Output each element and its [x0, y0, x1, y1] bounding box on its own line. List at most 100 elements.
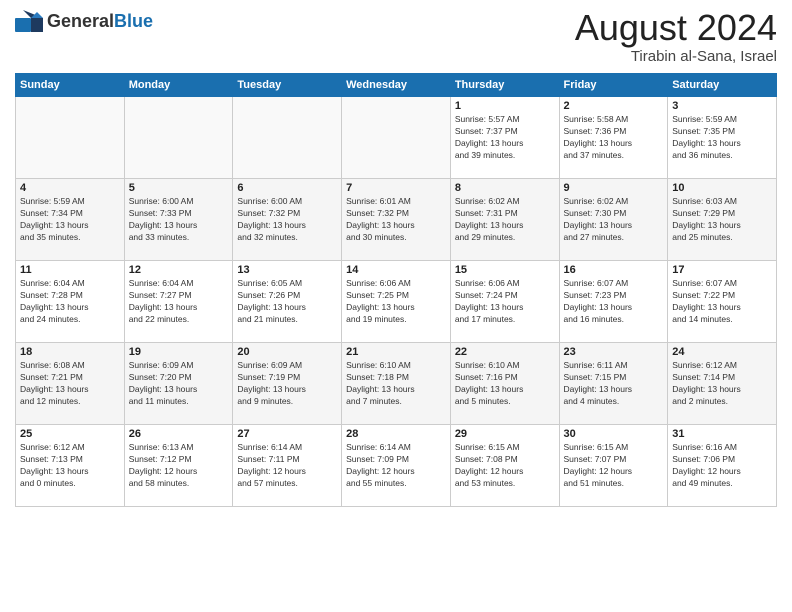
day-detail: Sunrise: 6:00 AM Sunset: 7:32 PM Dayligh… [237, 196, 337, 244]
day-number: 24 [672, 346, 772, 358]
day-number: 6 [237, 182, 337, 194]
col-wednesday: Wednesday [342, 74, 451, 97]
table-cell: 15 Sunrise: 6:06 AM Sunset: 7:24 PM Dayli… [450, 261, 559, 343]
col-thursday: Thursday [450, 74, 559, 97]
table-cell: 30Sunrise: 6:15 AM Sunset: 7:07 PM Dayli… [559, 425, 668, 507]
day-detail: Sunrise: 6:10 AM Sunset: 7:16 PM Dayligh… [455, 360, 555, 408]
table-cell: 7 Sunrise: 6:01 AM Sunset: 7:32 PM Daylig… [342, 179, 451, 261]
table-cell: 9 Sunrise: 6:02 AM Sunset: 7:30 PM Daylig… [559, 179, 668, 261]
logo-general: General [47, 11, 114, 31]
title-block: August 2024 Tirabin al-Sana, Israel [575, 10, 777, 65]
day-number: 1 [455, 100, 555, 112]
day-detail: Sunrise: 6:06 AM Sunset: 7:24 PM Dayligh… [455, 278, 555, 326]
day-number: 25 [20, 428, 120, 440]
day-number: 12 [129, 264, 229, 276]
day-detail: Sunrise: 6:15 AM Sunset: 7:08 PM Dayligh… [455, 442, 555, 490]
day-number: 20 [237, 346, 337, 358]
day-number: 8 [455, 182, 555, 194]
day-detail: Sunrise: 6:09 AM Sunset: 7:19 PM Dayligh… [237, 360, 337, 408]
table-cell [342, 97, 451, 179]
day-detail: Sunrise: 6:02 AM Sunset: 7:30 PM Dayligh… [564, 196, 664, 244]
table-cell [124, 97, 233, 179]
day-number: 2 [564, 100, 664, 112]
day-number: 21 [346, 346, 446, 358]
day-detail: Sunrise: 6:07 AM Sunset: 7:23 PM Dayligh… [564, 278, 664, 326]
col-tuesday: Tuesday [233, 74, 342, 97]
col-friday: Friday [559, 74, 668, 97]
day-number: 3 [672, 100, 772, 112]
day-detail: Sunrise: 6:12 AM Sunset: 7:13 PM Dayligh… [20, 442, 120, 490]
logo-text: GeneralBlue [47, 11, 153, 32]
location: Tirabin al-Sana, Israel [575, 48, 777, 65]
col-sunday: Sunday [16, 74, 125, 97]
table-cell: 4Sunrise: 5:59 AM Sunset: 7:34 PM Daylig… [16, 179, 125, 261]
table-cell: 13Sunrise: 6:05 AM Sunset: 7:26 PM Dayli… [233, 261, 342, 343]
day-number: 7 [346, 182, 446, 194]
table-cell [233, 97, 342, 179]
day-number: 28 [346, 428, 446, 440]
day-detail: Sunrise: 6:06 AM Sunset: 7:25 PM Dayligh… [346, 278, 446, 326]
week-row-5: 25 Sunrise: 6:12 AM Sunset: 7:13 PM Dayli… [16, 425, 777, 507]
table-cell: 29 Sunrise: 6:15 AM Sunset: 7:08 PM Dayli… [450, 425, 559, 507]
day-detail: Sunrise: 6:04 AM Sunset: 7:27 PM Dayligh… [129, 278, 229, 326]
day-number: 14 [346, 264, 446, 276]
day-number: 26 [129, 428, 229, 440]
table-cell: 10 Sunrise: 6:03 AM Sunset: 7:29 PM Dayli… [668, 179, 777, 261]
day-detail: Sunrise: 5:59 AM Sunset: 7:34 PM Dayligh… [20, 196, 120, 244]
day-detail: Sunrise: 6:15 AM Sunset: 7:07 PM Dayligh… [564, 442, 664, 490]
table-cell: 28 Sunrise: 6:14 AM Sunset: 7:09 PM Dayli… [342, 425, 451, 507]
table-cell: 6 Sunrise: 6:00 AM Sunset: 7:32 PM Daylig… [233, 179, 342, 261]
table-cell: 23 Sunrise: 6:11 AM Sunset: 7:15 PM Dayli… [559, 343, 668, 425]
day-number: 23 [564, 346, 664, 358]
table-cell: 19Sunrise: 6:09 AM Sunset: 7:20 PM Dayli… [124, 343, 233, 425]
table-cell [16, 97, 125, 179]
table-cell: 16 Sunrise: 6:07 AM Sunset: 7:23 PM Dayli… [559, 261, 668, 343]
day-number: 15 [455, 264, 555, 276]
week-row-4: 18Sunrise: 6:08 AM Sunset: 7:21 PM Dayli… [16, 343, 777, 425]
table-cell: 18Sunrise: 6:08 AM Sunset: 7:21 PM Dayli… [16, 343, 125, 425]
day-detail: Sunrise: 6:03 AM Sunset: 7:29 PM Dayligh… [672, 196, 772, 244]
calendar-header-row: Sunday Monday Tuesday Wednesday Thursday… [16, 74, 777, 97]
table-cell: 12 Sunrise: 6:04 AM Sunset: 7:27 PM Dayli… [124, 261, 233, 343]
day-number: 16 [564, 264, 664, 276]
day-number: 10 [672, 182, 772, 194]
calendar: Sunday Monday Tuesday Wednesday Thursday… [15, 73, 777, 507]
table-cell: 20 Sunrise: 6:09 AM Sunset: 7:19 PM Dayli… [233, 343, 342, 425]
table-cell: 14 Sunrise: 6:06 AM Sunset: 7:25 PM Dayli… [342, 261, 451, 343]
table-cell: 25 Sunrise: 6:12 AM Sunset: 7:13 PM Dayli… [16, 425, 125, 507]
day-detail: Sunrise: 6:14 AM Sunset: 7:09 PM Dayligh… [346, 442, 446, 490]
header: GeneralBlue August 2024 Tirabin al-Sana,… [15, 10, 777, 65]
table-cell: 26Sunrise: 6:13 AM Sunset: 7:12 PM Dayli… [124, 425, 233, 507]
day-detail: Sunrise: 5:59 AM Sunset: 7:35 PM Dayligh… [672, 114, 772, 162]
day-number: 31 [672, 428, 772, 440]
day-number: 9 [564, 182, 664, 194]
day-number: 5 [129, 182, 229, 194]
table-cell: 27Sunrise: 6:14 AM Sunset: 7:11 PM Dayli… [233, 425, 342, 507]
table-cell: 1Sunrise: 5:57 AM Sunset: 7:37 PM Daylig… [450, 97, 559, 179]
table-cell: 2Sunrise: 5:58 AM Sunset: 7:36 PM Daylig… [559, 97, 668, 179]
day-detail: Sunrise: 6:01 AM Sunset: 7:32 PM Dayligh… [346, 196, 446, 244]
logo-icon [15, 10, 43, 32]
logo: GeneralBlue [15, 10, 153, 32]
day-number: 19 [129, 346, 229, 358]
day-number: 27 [237, 428, 337, 440]
table-cell: 31 Sunrise: 6:16 AM Sunset: 7:06 PM Dayli… [668, 425, 777, 507]
week-row-1: 1Sunrise: 5:57 AM Sunset: 7:37 PM Daylig… [16, 97, 777, 179]
table-cell: 17Sunrise: 6:07 AM Sunset: 7:22 PM Dayli… [668, 261, 777, 343]
day-detail: Sunrise: 6:02 AM Sunset: 7:31 PM Dayligh… [455, 196, 555, 244]
day-number: 22 [455, 346, 555, 358]
day-detail: Sunrise: 6:16 AM Sunset: 7:06 PM Dayligh… [672, 442, 772, 490]
table-cell: 24Sunrise: 6:12 AM Sunset: 7:14 PM Dayli… [668, 343, 777, 425]
logo-blue: Blue [114, 11, 153, 31]
table-cell: 3 Sunrise: 5:59 AM Sunset: 7:35 PM Daylig… [668, 97, 777, 179]
week-row-2: 4Sunrise: 5:59 AM Sunset: 7:34 PM Daylig… [16, 179, 777, 261]
page: GeneralBlue August 2024 Tirabin al-Sana,… [0, 0, 792, 612]
day-number: 18 [20, 346, 120, 358]
day-detail: Sunrise: 6:00 AM Sunset: 7:33 PM Dayligh… [129, 196, 229, 244]
day-detail: Sunrise: 6:11 AM Sunset: 7:15 PM Dayligh… [564, 360, 664, 408]
table-cell: 5 Sunrise: 6:00 AM Sunset: 7:33 PM Daylig… [124, 179, 233, 261]
day-detail: Sunrise: 6:10 AM Sunset: 7:18 PM Dayligh… [346, 360, 446, 408]
day-number: 29 [455, 428, 555, 440]
day-detail: Sunrise: 6:04 AM Sunset: 7:28 PM Dayligh… [20, 278, 120, 326]
table-cell: 11Sunrise: 6:04 AM Sunset: 7:28 PM Dayli… [16, 261, 125, 343]
